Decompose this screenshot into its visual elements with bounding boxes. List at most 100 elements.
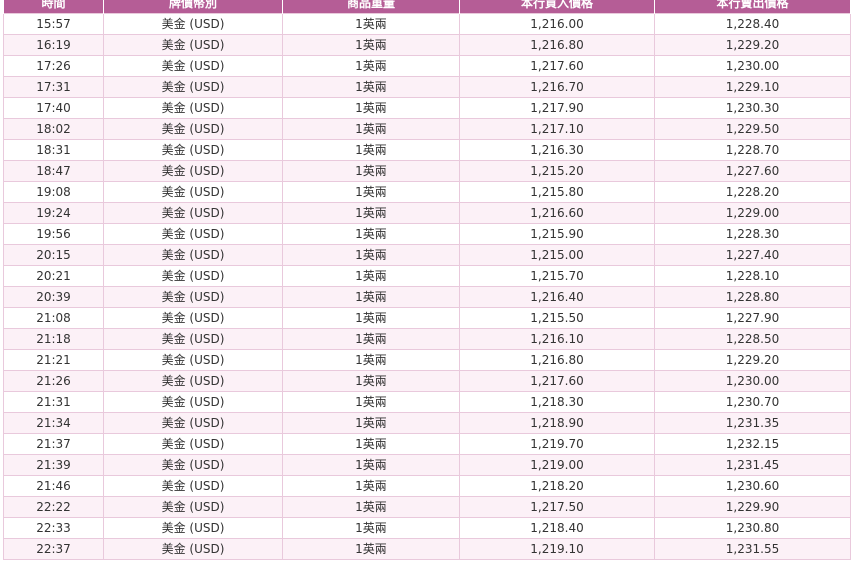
cell-sell-price: 1,229.20 bbox=[654, 349, 851, 371]
cell-time: 17:26 bbox=[3, 55, 104, 77]
cell-time: 15:57 bbox=[3, 13, 104, 35]
cell-weight: 1英兩 bbox=[282, 538, 460, 560]
cell-currency: 美金 (USD) bbox=[103, 34, 283, 56]
cell-time: 18:47 bbox=[3, 160, 104, 182]
cell-sell-price: 1,231.45 bbox=[654, 454, 851, 476]
table-row: 21:31 美金 (USD) 1英兩 1,218.30 1,230.70 bbox=[3, 391, 851, 413]
cell-sell-price: 1,228.10 bbox=[654, 265, 851, 287]
cell-currency: 美金 (USD) bbox=[103, 475, 283, 497]
cell-time: 17:40 bbox=[3, 97, 104, 119]
cell-currency: 美金 (USD) bbox=[103, 181, 283, 203]
cell-weight: 1英兩 bbox=[282, 181, 460, 203]
cell-time: 18:31 bbox=[3, 139, 104, 161]
cell-buy-price: 1,217.10 bbox=[459, 118, 655, 140]
cell-buy-price: 1,218.90 bbox=[459, 412, 655, 434]
cell-currency: 美金 (USD) bbox=[103, 370, 283, 392]
cell-time: 22:37 bbox=[3, 538, 104, 560]
cell-buy-price: 1,215.80 bbox=[459, 181, 655, 203]
cell-sell-price: 1,232.15 bbox=[654, 433, 851, 455]
header-sell-price: 本行賣出價格 bbox=[654, 0, 851, 14]
cell-sell-price: 1,228.50 bbox=[654, 328, 851, 350]
cell-currency: 美金 (USD) bbox=[103, 160, 283, 182]
cell-time: 21:39 bbox=[3, 454, 104, 476]
table-header: 時間 牌價幣別 商品重量 本行買入價格 本行賣出價格 bbox=[3, 0, 851, 14]
cell-buy-price: 1,216.10 bbox=[459, 328, 655, 350]
cell-time: 19:56 bbox=[3, 223, 104, 245]
cell-time: 21:08 bbox=[3, 307, 104, 329]
cell-time: 21:26 bbox=[3, 370, 104, 392]
cell-weight: 1英兩 bbox=[282, 34, 460, 56]
table-row: 20:15 美金 (USD) 1英兩 1,215.00 1,227.40 bbox=[3, 244, 851, 266]
table-body: 15:57 美金 (USD) 1英兩 1,216.00 1,228.40 16:19 美金 … bbox=[3, 13, 851, 560]
cell-weight: 1英兩 bbox=[282, 391, 460, 413]
cell-sell-price: 1,228.40 bbox=[654, 13, 851, 35]
table-row: 18:31 美金 (USD) 1英兩 1,216.30 1,228.70 bbox=[3, 139, 851, 161]
cell-time: 20:21 bbox=[3, 265, 104, 287]
cell-sell-price: 1,230.70 bbox=[654, 391, 851, 413]
cell-weight: 1英兩 bbox=[282, 160, 460, 182]
cell-sell-price: 1,228.20 bbox=[654, 181, 851, 203]
table-row: 15:57 美金 (USD) 1英兩 1,216.00 1,228.40 bbox=[3, 13, 851, 35]
table-row: 20:39 美金 (USD) 1英兩 1,216.40 1,228.80 bbox=[3, 286, 851, 308]
cell-buy-price: 1,218.30 bbox=[459, 391, 655, 413]
cell-weight: 1英兩 bbox=[282, 433, 460, 455]
cell-time: 21:21 bbox=[3, 349, 104, 371]
cell-currency: 美金 (USD) bbox=[103, 55, 283, 77]
cell-weight: 1英兩 bbox=[282, 118, 460, 140]
table-row: 18:02 美金 (USD) 1英兩 1,217.10 1,229.50 bbox=[3, 118, 851, 140]
cell-weight: 1英兩 bbox=[282, 76, 460, 98]
cell-weight: 1英兩 bbox=[282, 13, 460, 35]
cell-sell-price: 1,227.90 bbox=[654, 307, 851, 329]
cell-buy-price: 1,215.70 bbox=[459, 265, 655, 287]
cell-sell-price: 1,231.55 bbox=[654, 538, 851, 560]
cell-time: 21:34 bbox=[3, 412, 104, 434]
table-row: 17:40 美金 (USD) 1英兩 1,217.90 1,230.30 bbox=[3, 97, 851, 119]
cell-buy-price: 1,217.60 bbox=[459, 55, 655, 77]
cell-buy-price: 1,216.30 bbox=[459, 139, 655, 161]
header-currency: 牌價幣別 bbox=[103, 0, 283, 14]
table-row: 21:08 美金 (USD) 1英兩 1,215.50 1,227.90 bbox=[3, 307, 851, 329]
header-weight: 商品重量 bbox=[282, 0, 460, 14]
table-row: 17:31 美金 (USD) 1英兩 1,216.70 1,229.10 bbox=[3, 76, 851, 98]
header-row: 時間 牌價幣別 商品重量 本行買入價格 本行賣出價格 bbox=[3, 0, 851, 14]
cell-currency: 美金 (USD) bbox=[103, 202, 283, 224]
cell-sell-price: 1,230.60 bbox=[654, 475, 851, 497]
cell-sell-price: 1,229.50 bbox=[654, 118, 851, 140]
cell-currency: 美金 (USD) bbox=[103, 328, 283, 350]
cell-weight: 1英兩 bbox=[282, 475, 460, 497]
cell-weight: 1英兩 bbox=[282, 139, 460, 161]
cell-buy-price: 1,216.80 bbox=[459, 349, 655, 371]
cell-currency: 美金 (USD) bbox=[103, 265, 283, 287]
cell-time: 18:02 bbox=[3, 118, 104, 140]
table-row: 22:22 美金 (USD) 1英兩 1,217.50 1,229.90 bbox=[3, 496, 851, 518]
cell-weight: 1英兩 bbox=[282, 286, 460, 308]
table-row: 21:39 美金 (USD) 1英兩 1,219.00 1,231.45 bbox=[3, 454, 851, 476]
cell-weight: 1英兩 bbox=[282, 307, 460, 329]
cell-currency: 美金 (USD) bbox=[103, 538, 283, 560]
cell-currency: 美金 (USD) bbox=[103, 286, 283, 308]
cell-sell-price: 1,230.30 bbox=[654, 97, 851, 119]
cell-sell-price: 1,228.80 bbox=[654, 286, 851, 308]
cell-buy-price: 1,217.60 bbox=[459, 370, 655, 392]
cell-sell-price: 1,229.00 bbox=[654, 202, 851, 224]
cell-time: 21:46 bbox=[3, 475, 104, 497]
cell-buy-price: 1,219.70 bbox=[459, 433, 655, 455]
cell-currency: 美金 (USD) bbox=[103, 13, 283, 35]
table-row: 19:24 美金 (USD) 1英兩 1,216.60 1,229.00 bbox=[3, 202, 851, 224]
cell-currency: 美金 (USD) bbox=[103, 244, 283, 266]
cell-sell-price: 1,230.80 bbox=[654, 517, 851, 539]
cell-currency: 美金 (USD) bbox=[103, 307, 283, 329]
cell-buy-price: 1,219.00 bbox=[459, 454, 655, 476]
table-row: 19:08 美金 (USD) 1英兩 1,215.80 1,228.20 bbox=[3, 181, 851, 203]
cell-sell-price: 1,227.40 bbox=[654, 244, 851, 266]
cell-time: 22:22 bbox=[3, 496, 104, 518]
table-row: 16:19 美金 (USD) 1英兩 1,216.80 1,229.20 bbox=[3, 34, 851, 56]
cell-buy-price: 1,217.90 bbox=[459, 97, 655, 119]
cell-sell-price: 1,228.70 bbox=[654, 139, 851, 161]
table-row: 19:56 美金 (USD) 1英兩 1,215.90 1,228.30 bbox=[3, 223, 851, 245]
cell-buy-price: 1,216.70 bbox=[459, 76, 655, 98]
table-row: 22:37 美金 (USD) 1英兩 1,219.10 1,231.55 bbox=[3, 538, 851, 560]
cell-currency: 美金 (USD) bbox=[103, 139, 283, 161]
table-row: 21:21 美金 (USD) 1英兩 1,216.80 1,229.20 bbox=[3, 349, 851, 371]
cell-weight: 1英兩 bbox=[282, 496, 460, 518]
